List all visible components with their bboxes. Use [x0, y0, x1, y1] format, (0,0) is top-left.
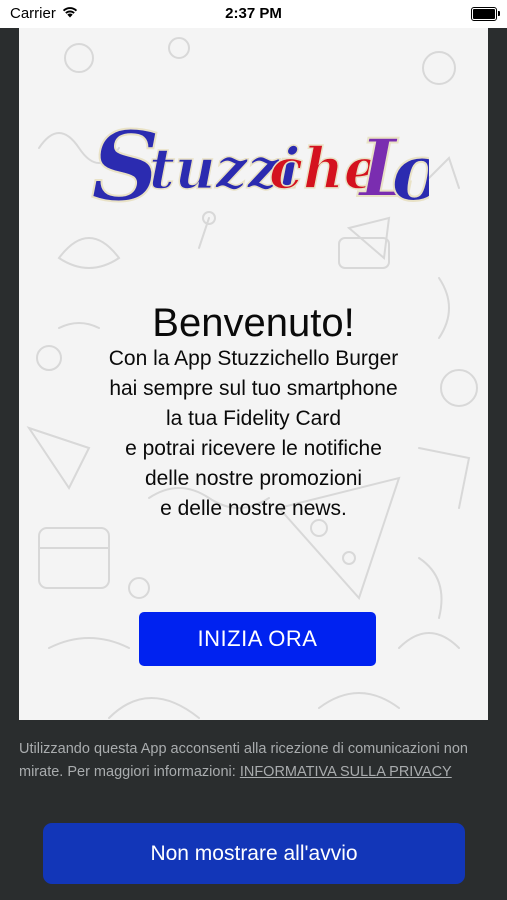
welcome-card: S tuzzi che L o Benvenuto! Con la App St…	[19, 28, 488, 720]
consent-notice: Utilizzando questa App acconsenti alla r…	[19, 738, 489, 784]
start-button[interactable]: INIZIA ORA	[139, 612, 376, 666]
status-time: 2:37 PM	[225, 5, 282, 22]
status-bar: Carrier 2:37 PM	[0, 0, 507, 28]
battery-icon	[471, 7, 500, 21]
welcome-line: hai sempre sul tuo smartphone	[109, 377, 398, 400]
welcome-message: Con la App Stuzzichello Burger hai sempr…	[39, 344, 468, 524]
welcome-line: delle nostre promozioni	[144, 467, 363, 490]
stuzzichello-logo: S tuzzi che L o	[90, 109, 429, 224]
welcome-line: e delle nostre news.	[160, 497, 347, 520]
welcome-line: la tua Fidelity Card	[165, 407, 342, 430]
privacy-policy-link[interactable]: INFORMATIVA SULLA PRIVACY	[240, 764, 452, 780]
welcome-line: e potrai ricevere le notifiche	[125, 437, 382, 460]
welcome-line: Con la App Stuzzichello Burger	[108, 347, 399, 370]
welcome-title: Benvenuto!	[152, 301, 355, 345]
dont-show-on-startup-button[interactable]: Non mostrare all'avvio	[43, 823, 465, 884]
svg-text:o: o	[391, 125, 429, 219]
